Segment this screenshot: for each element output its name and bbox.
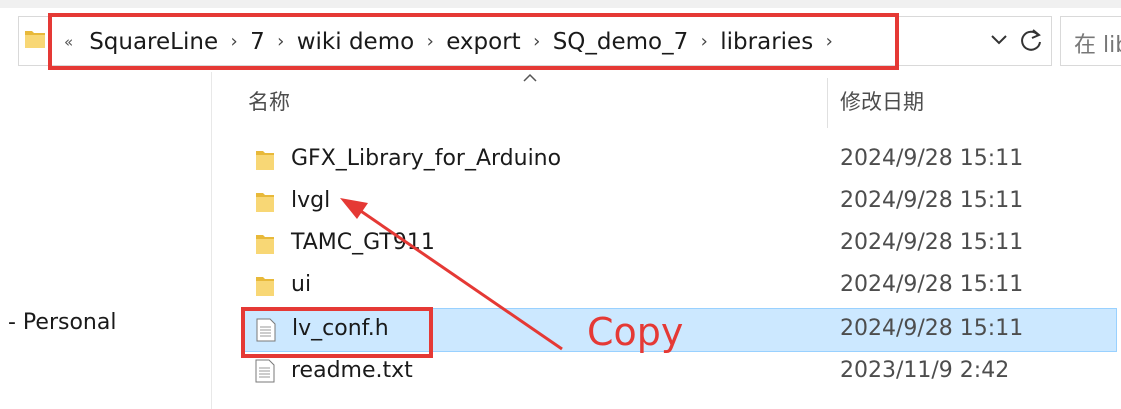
navigation-pane	[0, 72, 211, 409]
file-date: 2024/9/28 15:11	[840, 272, 1024, 297]
list-item[interactable]: GFX_Library_for_Arduino 2024/9/28 15:11	[243, 140, 1117, 180]
file-icon	[256, 318, 276, 342]
file-name: readme.txt	[291, 358, 413, 383]
breadcrumb-item-export[interactable]: export	[446, 29, 521, 55]
file-date: 2023/11/9 2:42	[840, 358, 1010, 383]
column-header-name[interactable]: 名称	[248, 86, 290, 126]
breadcrumb-item-7[interactable]: 7	[250, 29, 265, 55]
search-input[interactable]: 在 lib	[1060, 16, 1121, 66]
breadcrumb[interactable]: « SquareLine › 7 › wiki demo › export › …	[48, 13, 899, 70]
breadcrumb-item-sq-demo-7[interactable]: SQ_demo_7	[553, 29, 689, 55]
file-date: 2024/9/28 15:11	[840, 230, 1024, 255]
file-name: lv_conf.h	[292, 316, 389, 341]
breadcrumb-separator-icon[interactable]: ›	[218, 31, 250, 52]
nav-item-personal[interactable]: - Personal	[8, 310, 116, 335]
breadcrumb-item-squareline[interactable]: SquareLine	[89, 29, 218, 55]
list-item[interactable]: TAMC_GT911 2024/9/28 15:11	[243, 224, 1117, 264]
file-name: GFX_Library_for_Arduino	[291, 146, 562, 171]
file-date: 2024/9/28 15:11	[840, 146, 1024, 171]
breadcrumb-separator-icon[interactable]: ›	[688, 31, 720, 52]
sort-ascending-icon	[523, 73, 537, 82]
list-item[interactable]: ui 2024/9/28 15:11	[243, 266, 1117, 306]
breadcrumb-separator-icon[interactable]: ›	[521, 31, 553, 52]
search-placeholder: 在 lib	[1074, 33, 1121, 58]
folder-icon	[256, 151, 274, 170]
folder-icon	[256, 277, 274, 296]
breadcrumb-separator-icon[interactable]: ›	[414, 31, 446, 52]
folder-icon	[256, 235, 274, 254]
folder-icon	[256, 193, 274, 212]
list-item[interactable]: readme.txt 2023/11/9 2:42	[243, 352, 1117, 392]
title-strip	[0, 0, 1121, 8]
column-header-date-modified[interactable]: 修改日期	[840, 86, 924, 126]
refresh-icon[interactable]	[1016, 26, 1046, 54]
file-date: 2024/9/28 15:11	[840, 188, 1024, 213]
breadcrumb-separator-icon[interactable]: ›	[813, 31, 845, 52]
file-icon	[255, 359, 275, 383]
chevron-down-icon[interactable]	[987, 27, 1011, 51]
column-separator[interactable]	[827, 78, 828, 128]
address-folder-icon	[25, 31, 45, 48]
file-date: 2024/9/28 15:11	[840, 316, 1024, 341]
list-item[interactable]: lvgl 2024/9/28 15:11	[243, 182, 1117, 222]
breadcrumb-item-libraries[interactable]: libraries	[720, 29, 813, 55]
annotation-label: Copy	[587, 310, 684, 354]
pane-divider[interactable]	[211, 72, 212, 409]
file-name: lvgl	[291, 188, 331, 213]
breadcrumb-item-wiki-demo[interactable]: wiki demo	[297, 29, 414, 55]
breadcrumb-separator-icon[interactable]: ›	[265, 31, 297, 52]
file-name: TAMC_GT911	[291, 230, 435, 255]
breadcrumb-overflow-button[interactable]: «	[64, 33, 73, 51]
file-name: ui	[291, 272, 312, 297]
